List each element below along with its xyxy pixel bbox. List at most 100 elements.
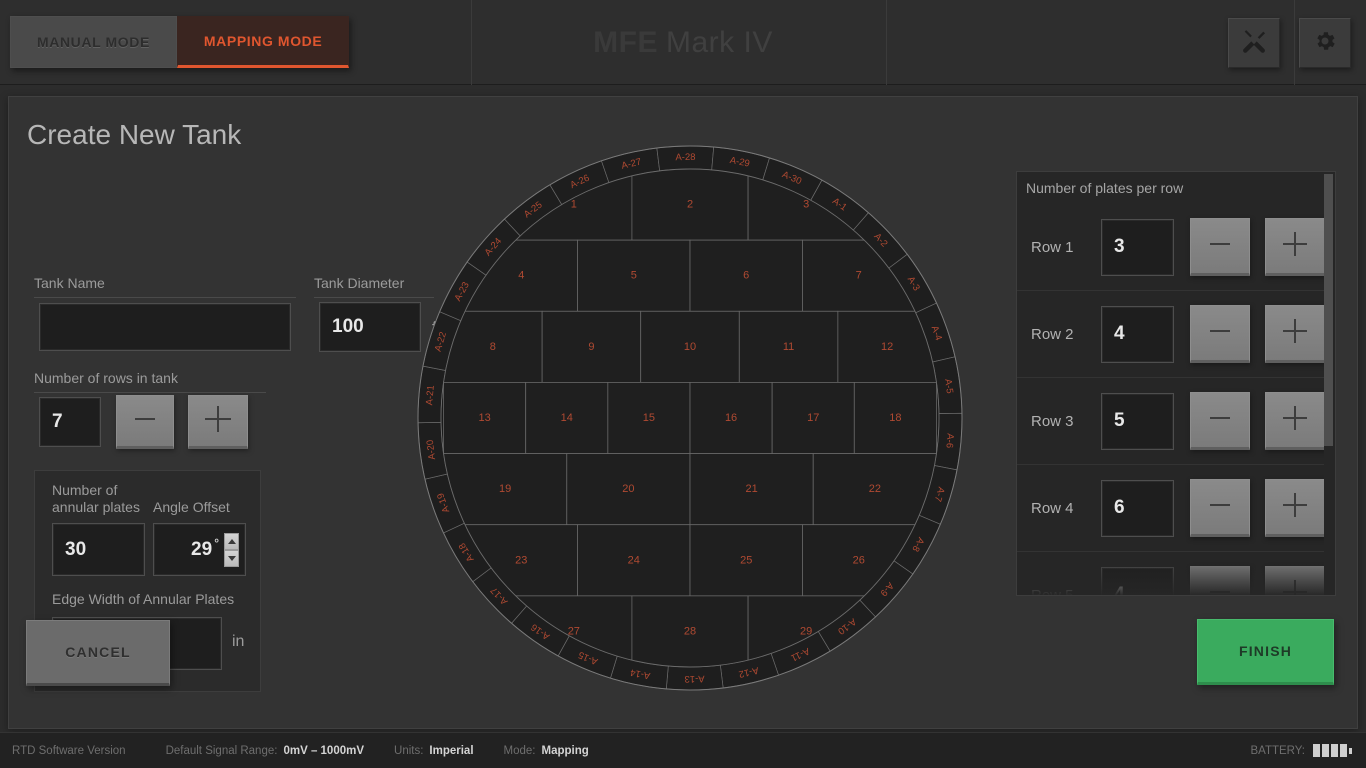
floor-plate-label: 24 bbox=[628, 554, 640, 566]
floor-plate-label: 14 bbox=[561, 412, 573, 424]
scrollbar-thumb[interactable] bbox=[1324, 174, 1333, 446]
plates-row-minus-button[interactable] bbox=[1190, 566, 1250, 596]
plates-row-plus-button[interactable] bbox=[1265, 392, 1325, 450]
mode-value: Mapping bbox=[542, 745, 589, 757]
angle-offset-value: 29 bbox=[191, 539, 212, 561]
plates-row-plus-button[interactable] bbox=[1265, 218, 1325, 276]
plus-icon bbox=[1278, 401, 1312, 440]
rows-in-tank-input[interactable]: 7 bbox=[39, 397, 101, 447]
plus-icon bbox=[1278, 488, 1312, 527]
floor-plate-label: 7 bbox=[856, 270, 862, 282]
tank-svg: A-1A-2A-3A-4A-5A-6A-7A-8A-9A-10A-11A-12A… bbox=[407, 135, 973, 701]
battery-bar bbox=[1313, 744, 1320, 757]
plates-row-minus-button[interactable] bbox=[1190, 392, 1250, 450]
cancel-button[interactable]: CANCEL bbox=[26, 620, 170, 686]
plates-row-minus-button[interactable] bbox=[1190, 305, 1250, 363]
plates-row-minus-button[interactable] bbox=[1190, 479, 1250, 537]
minus-icon bbox=[1204, 228, 1236, 265]
plates-row-item: Row 46 bbox=[1017, 465, 1329, 552]
software-version-label: RTD Software Version bbox=[12, 745, 126, 757]
floor-plate-label: 8 bbox=[490, 341, 496, 353]
floor-plate-label: 12 bbox=[881, 341, 893, 353]
angle-offset-input[interactable]: 29 ° bbox=[153, 523, 246, 576]
plate-row: 4567 bbox=[465, 240, 915, 311]
rows-in-tank-minus-button[interactable] bbox=[116, 395, 174, 449]
floor-plate-label: 26 bbox=[853, 554, 865, 566]
plates-per-row-title: Number of plates per row bbox=[1026, 180, 1183, 196]
status-bar: RTD Software Version Default Signal Rang… bbox=[0, 732, 1366, 768]
tools-button[interactable] bbox=[1228, 18, 1280, 68]
tank-name-input[interactable] bbox=[39, 303, 291, 351]
minus-icon bbox=[1204, 402, 1236, 439]
plates-row-label: Row 3 bbox=[1031, 413, 1101, 430]
minus-icon bbox=[1204, 315, 1236, 352]
tab-mapping-mode[interactable]: MAPPING MODE bbox=[177, 16, 349, 68]
floor-plate-label: 17 bbox=[807, 412, 819, 424]
tank-diameter-input[interactable]: 100 bbox=[319, 302, 421, 352]
plates-row-plus-button[interactable] bbox=[1265, 305, 1325, 363]
plate-row: 131415161718 bbox=[444, 382, 937, 453]
tab-manual-mode[interactable]: MANUAL MODE bbox=[10, 16, 177, 68]
annular-plates-label-line2: annular plates bbox=[52, 499, 140, 515]
tank-name-label: Tank Name bbox=[34, 275, 296, 291]
mode-tab-group: MANUAL MODE MAPPING MODE bbox=[10, 16, 349, 68]
angle-offset-spinner[interactable] bbox=[224, 533, 239, 567]
app-window: MANUAL MODE MAPPING MODE MFE Mark IV bbox=[0, 0, 1366, 768]
settings-button[interactable] bbox=[1299, 18, 1351, 68]
plates-row-minus-button[interactable] bbox=[1190, 218, 1250, 276]
plates-row-label: Row 1 bbox=[1031, 239, 1101, 256]
annular-plate-label: A-28 bbox=[675, 152, 695, 163]
floor-plate-label: 20 bbox=[622, 483, 634, 495]
plus-icon bbox=[1278, 575, 1312, 597]
chevron-up-icon bbox=[228, 539, 236, 544]
battery-bar bbox=[1340, 744, 1347, 757]
plates-row-input[interactable]: 6 bbox=[1101, 480, 1174, 537]
floor-plate-label: 4 bbox=[518, 270, 524, 282]
battery-indicator bbox=[1313, 744, 1352, 757]
spinner-up-button[interactable] bbox=[224, 533, 239, 550]
floor-plates: 1234567891011121314151617181920212223242… bbox=[444, 169, 937, 667]
floor-plate-label: 15 bbox=[643, 412, 655, 424]
spinner-down-button[interactable] bbox=[224, 550, 239, 567]
plus-icon bbox=[201, 402, 235, 441]
chevron-down-icon bbox=[228, 556, 236, 561]
header-divider-right bbox=[886, 0, 887, 85]
header-divider-left bbox=[471, 0, 472, 85]
floor-plate-label: 22 bbox=[869, 483, 881, 495]
battery-bar bbox=[1322, 744, 1329, 757]
annular-plates-label: Number of annular plates bbox=[52, 482, 152, 516]
plates-row-item: Row 13 bbox=[1017, 204, 1329, 291]
plates-panel-scrollbar[interactable] bbox=[1324, 174, 1333, 595]
plate-row: 19202122 bbox=[444, 454, 937, 525]
rows-in-tank-label: Number of rows in tank bbox=[34, 370, 266, 386]
annular-plate-label: A-21 bbox=[424, 385, 437, 406]
plates-row-input[interactable]: 5 bbox=[1101, 393, 1174, 450]
edge-width-label: Edge Width of Annular Plates bbox=[52, 591, 234, 607]
app-title-light: Mark IV bbox=[666, 26, 773, 60]
floor-plate-label: 21 bbox=[745, 483, 757, 495]
annular-plate-label: A-13 bbox=[684, 673, 704, 684]
app-title-bold: MFE bbox=[593, 26, 658, 60]
edge-width-unit: in bbox=[232, 633, 244, 651]
gear-icon bbox=[1313, 29, 1337, 58]
annular-plates-input[interactable]: 30 bbox=[52, 523, 145, 576]
minus-icon bbox=[1204, 489, 1236, 526]
plates-row-plus-button[interactable] bbox=[1265, 479, 1325, 537]
plates-row-plus-button[interactable] bbox=[1265, 566, 1325, 596]
plates-per-row-list: Row 13Row 24Row 35Row 46Row 54 bbox=[1017, 204, 1329, 596]
annular-plates-label-line1: Number of bbox=[52, 482, 117, 498]
finish-button[interactable]: FINISH bbox=[1197, 619, 1334, 685]
floor-plate-label: 11 bbox=[783, 341, 794, 353]
plates-row-input[interactable]: 3 bbox=[1101, 219, 1174, 276]
create-tank-panel: Create New Tank Tank Name Tank Diameter … bbox=[8, 96, 1358, 729]
tank-diagram[interactable]: A-1A-2A-3A-4A-5A-6A-7A-8A-9A-10A-11A-12A… bbox=[407, 135, 973, 701]
plate-row: 23242526 bbox=[465, 525, 915, 596]
plates-row-input[interactable]: 4 bbox=[1101, 567, 1174, 597]
plates-per-row-panel: Number of plates per row Row 13Row 24Row… bbox=[1016, 171, 1336, 596]
angle-offset-label: Angle Offset bbox=[153, 499, 230, 515]
plates-row-label: Row 4 bbox=[1031, 500, 1101, 517]
rows-in-tank-plus-button[interactable] bbox=[188, 395, 248, 449]
rows-in-tank-label-wrap: Number of rows in tank bbox=[34, 370, 266, 393]
plates-row-input[interactable]: 4 bbox=[1101, 306, 1174, 363]
plates-row-item: Row 24 bbox=[1017, 291, 1329, 378]
